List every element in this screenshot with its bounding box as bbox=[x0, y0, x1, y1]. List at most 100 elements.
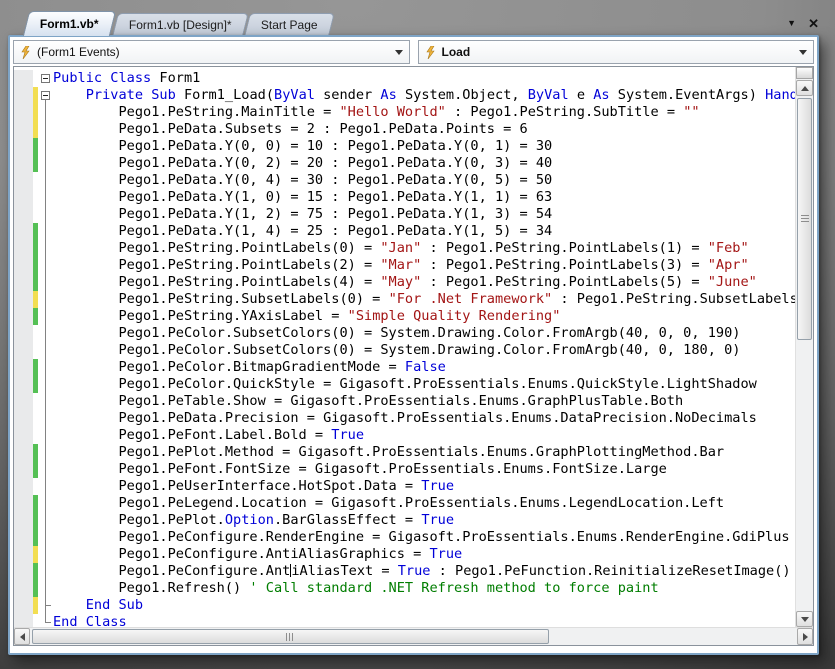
selection-margin bbox=[14, 512, 33, 529]
fold-gutter bbox=[38, 342, 53, 359]
code-line[interactable]: Pego1.PeColor.QuickStyle = Gigasoft.ProE… bbox=[14, 376, 795, 393]
chevron-down-icon[interactable] bbox=[799, 50, 807, 55]
scroll-up-button[interactable] bbox=[796, 80, 813, 96]
fold-collapse-box[interactable] bbox=[38, 87, 53, 104]
code-text: Pego1.PeData.Subsets = 2 : Pego1.PeData.… bbox=[53, 121, 528, 138]
selection-margin bbox=[14, 121, 33, 138]
vertical-scroll-track[interactable] bbox=[796, 96, 813, 611]
code-line[interactable]: End Sub bbox=[14, 597, 795, 614]
collapse-minus-icon[interactable] bbox=[41, 74, 50, 83]
selection-margin bbox=[14, 291, 33, 308]
code-line[interactable]: End Class bbox=[14, 614, 795, 627]
keyword-token: True bbox=[331, 427, 364, 443]
plain-token: Form1_Load( bbox=[176, 87, 274, 103]
class-name-combobox[interactable]: (Form1 Events) bbox=[13, 40, 410, 64]
plain-token: System.EventArgs) bbox=[610, 87, 766, 103]
method-name-combobox[interactable]: Load bbox=[418, 40, 815, 64]
fold-line bbox=[45, 461, 46, 478]
code-line[interactable]: Pego1.PeColor.SubsetColors(0) = System.D… bbox=[14, 325, 795, 342]
fold-collapse-box[interactable] bbox=[38, 70, 53, 87]
scroll-left-button[interactable] bbox=[14, 628, 30, 645]
code-line[interactable]: Pego1.Refresh() ' Call standard .NET Ref… bbox=[14, 580, 795, 597]
tab-start-page[interactable]: Start Page bbox=[245, 13, 335, 36]
plain-token: Pego1.PeConfigure.Ant bbox=[53, 563, 290, 579]
tab-form1-vb-design[interactable]: Form1.vb [Design]* bbox=[112, 13, 248, 36]
code-line[interactable]: Private Sub Form1_Load(ByVal sender As S… bbox=[14, 87, 795, 104]
code-line[interactable]: Pego1.PeColor.SubsetColors(0) = System.D… bbox=[14, 342, 795, 359]
code-line[interactable]: Pego1.PePlot.Option.BarGlassEffect = Tru… bbox=[14, 512, 795, 529]
code-line[interactable]: Pego1.PeString.YAxisLabel = "Simple Qual… bbox=[14, 308, 795, 325]
horizontal-scroll-track[interactable] bbox=[30, 628, 797, 645]
scroll-down-button[interactable] bbox=[796, 611, 813, 627]
code-line[interactable]: Pego1.PeData.Precision = Gigasoft.ProEss… bbox=[14, 410, 795, 427]
code-line[interactable]: Pego1.PePlot.Method = Gigasoft.ProEssent… bbox=[14, 444, 795, 461]
scroll-thumb-grip-icon bbox=[286, 633, 295, 641]
arrow-right-icon bbox=[803, 633, 808, 641]
fold-gutter bbox=[38, 495, 53, 512]
code-line[interactable]: Public Class Form1 bbox=[14, 70, 795, 87]
code-line[interactable]: Pego1.PeFont.Label.Bold = True bbox=[14, 427, 795, 444]
fold-line bbox=[45, 223, 46, 240]
vertical-scroll-thumb[interactable] bbox=[797, 98, 812, 340]
plain-token: Pego1.PeConfigure.AntiAliasGraphics = bbox=[53, 546, 429, 562]
keyword-token: Private bbox=[86, 87, 143, 103]
collapse-minus-icon[interactable] bbox=[41, 91, 50, 100]
plain-token: Pego1.PeTable.Show = Gigasoft.ProEssenti… bbox=[53, 393, 683, 409]
code-line[interactable]: Pego1.PeUserInterface.HotSpot.Data = Tru… bbox=[14, 478, 795, 495]
plain-token: Pego1.PeString.YAxisLabel = bbox=[53, 308, 348, 324]
scroll-right-button[interactable] bbox=[797, 628, 813, 645]
fold-line bbox=[45, 240, 46, 257]
keyword-token: Handles bbox=[765, 87, 795, 103]
code-line[interactable]: Pego1.PeString.PointLabels(0) = "Jan" : … bbox=[14, 240, 795, 257]
selection-margin bbox=[14, 223, 33, 240]
fold-gutter bbox=[38, 563, 53, 580]
code-line[interactable]: Pego1.PeColor.BitmapGradientMode = False bbox=[14, 359, 795, 376]
code-line[interactable]: Pego1.PeData.Y(0, 0) = 10 : Pego1.PeData… bbox=[14, 138, 795, 155]
code-editing-surface[interactable]: Public Class Form1 Private Sub Form1_Loa… bbox=[14, 67, 795, 627]
code-text: Pego1.PePlot.Method = Gigasoft.ProEssent… bbox=[53, 444, 724, 461]
fold-line bbox=[45, 342, 46, 359]
fold-gutter bbox=[38, 546, 53, 563]
code-line[interactable]: Pego1.PeString.PointLabels(2) = "Mar" : … bbox=[14, 257, 795, 274]
fold-line bbox=[45, 495, 46, 512]
code-line[interactable]: Pego1.PeConfigure.RenderEngine = Gigasof… bbox=[14, 529, 795, 546]
horizontal-scrollbar[interactable] bbox=[14, 627, 813, 645]
fold-gutter bbox=[38, 223, 53, 240]
selection-margin bbox=[14, 172, 33, 189]
fold-gutter bbox=[38, 478, 53, 495]
plain-token: e bbox=[569, 87, 594, 103]
code-line[interactable]: Pego1.PeString.PointLabels(4) = "May" : … bbox=[14, 274, 795, 291]
code-text: Pego1.PeData.Y(1, 0) = 15 : Pego1.PeData… bbox=[53, 189, 552, 206]
file-list-dropdown-icon[interactable]: ▼ bbox=[787, 19, 796, 28]
code-line[interactable]: Pego1.PeString.SubsetLabels(0) = "For .N… bbox=[14, 291, 795, 308]
code-line[interactable]: Pego1.PeFont.FontSize = Gigasoft.ProEsse… bbox=[14, 461, 795, 478]
code-line[interactable]: Pego1.PeConfigure.AntiAliasText = True :… bbox=[14, 563, 795, 580]
code-line[interactable]: Pego1.PeLegend.Location = Gigasoft.ProEs… bbox=[14, 495, 795, 512]
vertical-scrollbar[interactable] bbox=[795, 67, 813, 627]
fold-gutter bbox=[38, 240, 53, 257]
code-text: Pego1.PeConfigure.RenderEngine = Gigasof… bbox=[53, 529, 790, 546]
string-token: "" bbox=[683, 104, 699, 120]
code-line[interactable]: Pego1.PeData.Subsets = 2 : Pego1.PeData.… bbox=[14, 121, 795, 138]
fold-line bbox=[45, 359, 46, 376]
close-icon[interactable]: ✕ bbox=[808, 17, 819, 30]
string-token: "Hello World" bbox=[339, 104, 445, 120]
fold-gutter bbox=[38, 614, 53, 627]
code-line[interactable]: Pego1.PeTable.Show = Gigasoft.ProEssenti… bbox=[14, 393, 795, 410]
code-line[interactable]: Pego1.PeConfigure.AntiAliasGraphics = Tr… bbox=[14, 546, 795, 563]
code-text: Pego1.PeConfigure.AntiAliasGraphics = Tr… bbox=[53, 546, 462, 563]
code-line[interactable]: Pego1.PeData.Y(0, 2) = 20 : Pego1.PeData… bbox=[14, 155, 795, 172]
code-line[interactable]: Pego1.PeData.Y(1, 4) = 25 : Pego1.PeData… bbox=[14, 223, 795, 240]
editor-splitter-handle[interactable] bbox=[796, 67, 813, 79]
horizontal-scroll-thumb[interactable] bbox=[32, 629, 549, 644]
fold-line bbox=[45, 546, 46, 563]
code-line[interactable]: Pego1.PeData.Y(1, 2) = 75 : Pego1.PeData… bbox=[14, 206, 795, 223]
fold-line bbox=[45, 563, 46, 580]
code-line[interactable]: Pego1.PeData.Y(0, 4) = 30 : Pego1.PeData… bbox=[14, 172, 795, 189]
chevron-down-icon[interactable] bbox=[395, 50, 403, 55]
code-line[interactable]: Pego1.PeString.MainTitle = "Hello World"… bbox=[14, 104, 795, 121]
code-line[interactable]: Pego1.PeData.Y(1, 0) = 15 : Pego1.PeData… bbox=[14, 189, 795, 206]
tab-form1-vb[interactable]: Form1.vb* bbox=[23, 11, 116, 36]
code-text: Pego1.PeColor.QuickStyle = Gigasoft.ProE… bbox=[53, 376, 757, 393]
fold-line bbox=[45, 189, 46, 206]
